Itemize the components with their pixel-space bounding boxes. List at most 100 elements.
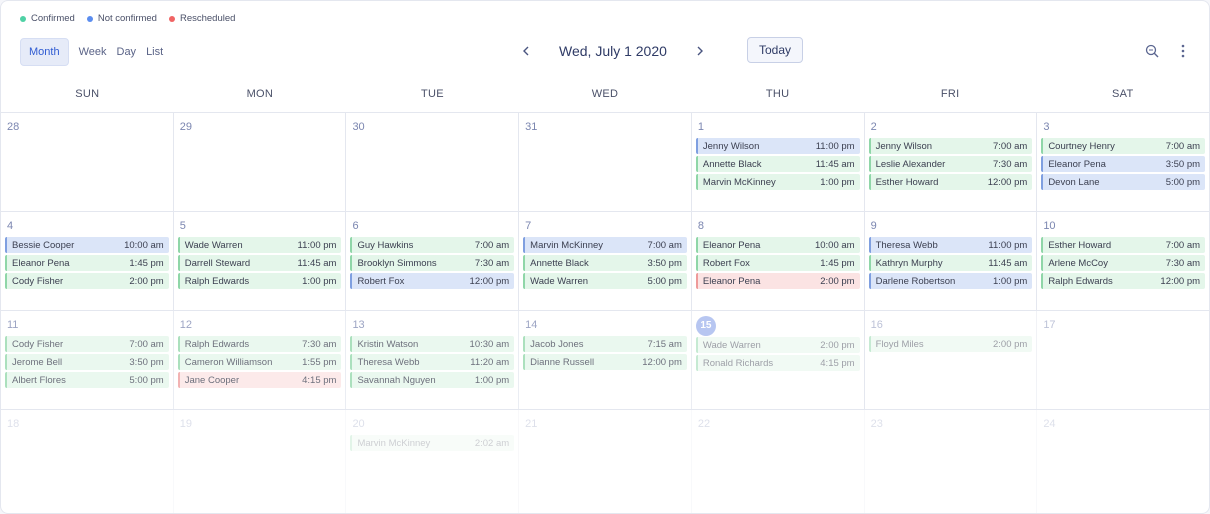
appointment-event[interactable]: Leslie Alexander 7:30 am [868,156,1033,172]
chevron-left-icon[interactable] [513,39,539,63]
day-cell[interactable]: 11 Cody Fisher 7:00 am Jerome Bell 3:50 pm Al… [1,311,174,409]
day-cell[interactable]: 2 Jenny Wilson 7:00 am Leslie Alexander 7:30… [865,113,1038,211]
event-time: 7:30 am [992,158,1028,170]
day-cell[interactable]: 3 Courtney Henry 7:00 am Eleanor Pena 3:50 p… [1037,113,1209,211]
event-time: 12:00 pm [469,275,510,287]
appointment-event[interactable]: Wade Warren 2:00 pm [695,337,860,353]
event-name: Cody Fisher [12,275,64,287]
day-cell[interactable]: 7 Marvin McKinney 7:00 am Annette Black 3:50… [519,212,692,310]
view-week-button[interactable]: Week [74,39,112,65]
appointment-event[interactable]: Dianne Russell 12:00 pm [523,354,687,370]
appointment-event[interactable]: Annette Black 3:50 pm [523,255,687,271]
appointment-event[interactable]: Arlene McCoy 7:30 am [1041,255,1206,271]
view-month-button[interactable]: Month [20,38,69,66]
day-cell[interactable]: 20 Marvin McKinney 2:02 am [346,410,520,513]
appointment-event[interactable]: Jerome Bell 3:50 pm [5,354,169,370]
day-cell[interactable]: 10 Esther Howard 7:00 am Arlene McCoy 7:30 a… [1037,212,1209,310]
event-name: Kathryn Murphy [875,257,943,269]
appointment-event[interactable]: Courtney Henry 7:00 am [1041,138,1206,154]
more-vertical-icon[interactable] [1173,41,1193,61]
appointment-event[interactable]: Eleanor Pena 10:00 am [695,237,860,253]
appointment-event[interactable]: Robert Fox 1:45 pm [695,255,860,271]
appointment-event[interactable]: Cody Fisher 7:00 am [5,336,169,352]
appointment-event[interactable]: Albert Flores 5:00 pm [5,372,169,388]
day-cell[interactable]: 9 Theresa Webb 11:00 pm Kathryn Murphy 11:45… [865,212,1038,310]
day-cell[interactable]: 16 Floyd Miles 2:00 pm [865,311,1038,409]
view-day-button[interactable]: Day [112,39,142,65]
event-name: Marvin McKinney [357,437,431,449]
appointment-event[interactable]: Eleanor Pena 1:45 pm [5,255,169,271]
day-number: 13 [352,319,365,331]
day-cell[interactable]: 30 [346,113,520,211]
day-cell[interactable]: 14 Jacob Jones 7:15 am Dianne Russell 12:00 … [519,311,692,409]
appointment-event[interactable]: Kathryn Murphy 11:45 am [868,255,1033,271]
today-button[interactable]: Today [747,37,803,63]
day-cell[interactable]: 5 Wade Warren 11:00 pm Darrell Steward 11:45… [174,212,347,310]
day-cell[interactable]: 6 Guy Hawkins 7:00 am Brooklyn Simmons 7:30 … [346,212,520,310]
appointment-event[interactable]: Darlene Robertson 1:00 pm [868,273,1033,289]
appointment-event[interactable]: Annette Black 11:45 am [695,156,860,172]
appointment-event[interactable]: Darrell Steward 11:45 am [177,255,342,271]
event-name: Eleanor Pena [12,257,70,269]
appointment-event[interactable]: Robert Fox 12:00 pm [350,273,515,289]
appointment-event[interactable]: Esther Howard 7:00 am [1041,237,1206,253]
appointment-event[interactable]: Cody Fisher 2:00 pm [5,273,169,289]
day-number: 18 [7,418,20,430]
appointment-event[interactable]: Brooklyn Simmons 7:30 am [350,255,515,271]
day-cell[interactable]: 17 [1037,311,1209,409]
appointment-event[interactable]: Bessie Cooper 10:00 am [5,237,169,253]
appointment-event[interactable]: Eleanor Pena 3:50 pm [1041,156,1206,172]
event-time: 7:30 am [302,338,337,350]
appointment-event[interactable]: Ralph Edwards 1:00 pm [177,273,342,289]
appointment-event[interactable]: Savannah Nguyen 1:00 pm [350,372,515,388]
appointment-event[interactable]: Jane Cooper 4:15 pm [177,372,342,388]
day-cell[interactable]: 31 [519,113,692,211]
appointment-event[interactable]: Guy Hawkins 7:00 am [350,237,515,253]
day-cell[interactable]: 4 Bessie Cooper 10:00 am Eleanor Pena 1:45 p… [1,212,174,310]
day-cell[interactable]: 22 [692,410,865,513]
day-cell[interactable]: 21 [519,410,692,513]
chevron-right-icon[interactable] [687,39,713,63]
legend-label: Confirmed [31,13,75,24]
appointment-event[interactable]: Cameron Williamson 1:55 pm [177,354,342,370]
search-zoom-icon[interactable] [1142,41,1162,61]
day-cell[interactable]: 24 [1037,410,1209,513]
appointment-event[interactable]: Ronald Richards 4:15 pm [695,355,860,371]
week-row: 4 Bessie Cooper 10:00 am Eleanor Pena 1:45 p… [1,212,1209,311]
day-cell[interactable]: 23 [865,410,1038,513]
appointment-event[interactable]: Kristin Watson 10:30 am [350,336,515,352]
day-number: 9 [870,220,877,232]
event-name: Cameron Williamson [184,356,273,368]
day-cell[interactable]: 28 [1,113,174,211]
day-cell[interactable]: 12 Ralph Edwards 7:30 am Cameron Williamson… [174,311,347,409]
appointment-event[interactable]: Ralph Edwards 12:00 pm [1041,273,1206,289]
appointment-event[interactable]: Esther Howard 12:00 pm [868,174,1033,190]
appointment-event[interactable]: Marvin McKinney 7:00 am [523,237,687,253]
appointment-event[interactable]: Theresa Webb 11:20 am [350,354,515,370]
view-list-button[interactable]: List [141,39,168,65]
event-time: 2:00 pm [820,339,855,351]
day-cell[interactable]: 19 [174,410,347,513]
event-name: Ronald Richards [702,357,774,369]
event-name: Ralph Edwards [184,338,250,350]
appointment-event[interactable]: Theresa Webb 11:00 pm [868,237,1033,253]
event-time: 3:50 pm [1165,158,1201,170]
appointment-event[interactable]: Eleanor Pena 2:00 pm [695,273,860,289]
appointment-event[interactable]: Jenny Wilson 7:00 am [868,138,1033,154]
appointment-event[interactable]: Devon Lane 5:00 pm [1041,174,1206,190]
appointment-event[interactable]: Ralph Edwards 7:30 am [177,336,342,352]
appointment-event[interactable]: Marvin McKinney 1:00 pm [695,174,860,190]
day-cell[interactable]: 15 Wade Warren 2:00 pm Ronald Richards 4:15 … [692,311,865,409]
day-cell[interactable]: 29 [174,113,347,211]
appointment-event[interactable]: Wade Warren 5:00 pm [523,273,687,289]
appointment-event[interactable]: Floyd Miles 2:00 pm [868,336,1033,352]
appointment-event[interactable]: Wade Warren 11:00 pm [177,237,342,253]
appointment-event[interactable]: Marvin McKinney 2:02 am [350,435,515,451]
day-cell[interactable]: 18 [1,410,174,513]
event-time: 1:00 pm [302,275,337,287]
day-cell[interactable]: 1 Jenny Wilson 11:00 pm Annette Black 11:45 … [692,113,865,211]
appointment-event[interactable]: Jacob Jones 7:15 am [523,336,687,352]
appointment-event[interactable]: Jenny Wilson 11:00 pm [695,138,860,154]
day-cell[interactable]: 13 Kristin Watson 10:30 am Theresa Webb 11:2… [346,311,520,409]
day-cell[interactable]: 8 Eleanor Pena 10:00 am Robert Fox 1:45 pm El… [692,212,865,310]
